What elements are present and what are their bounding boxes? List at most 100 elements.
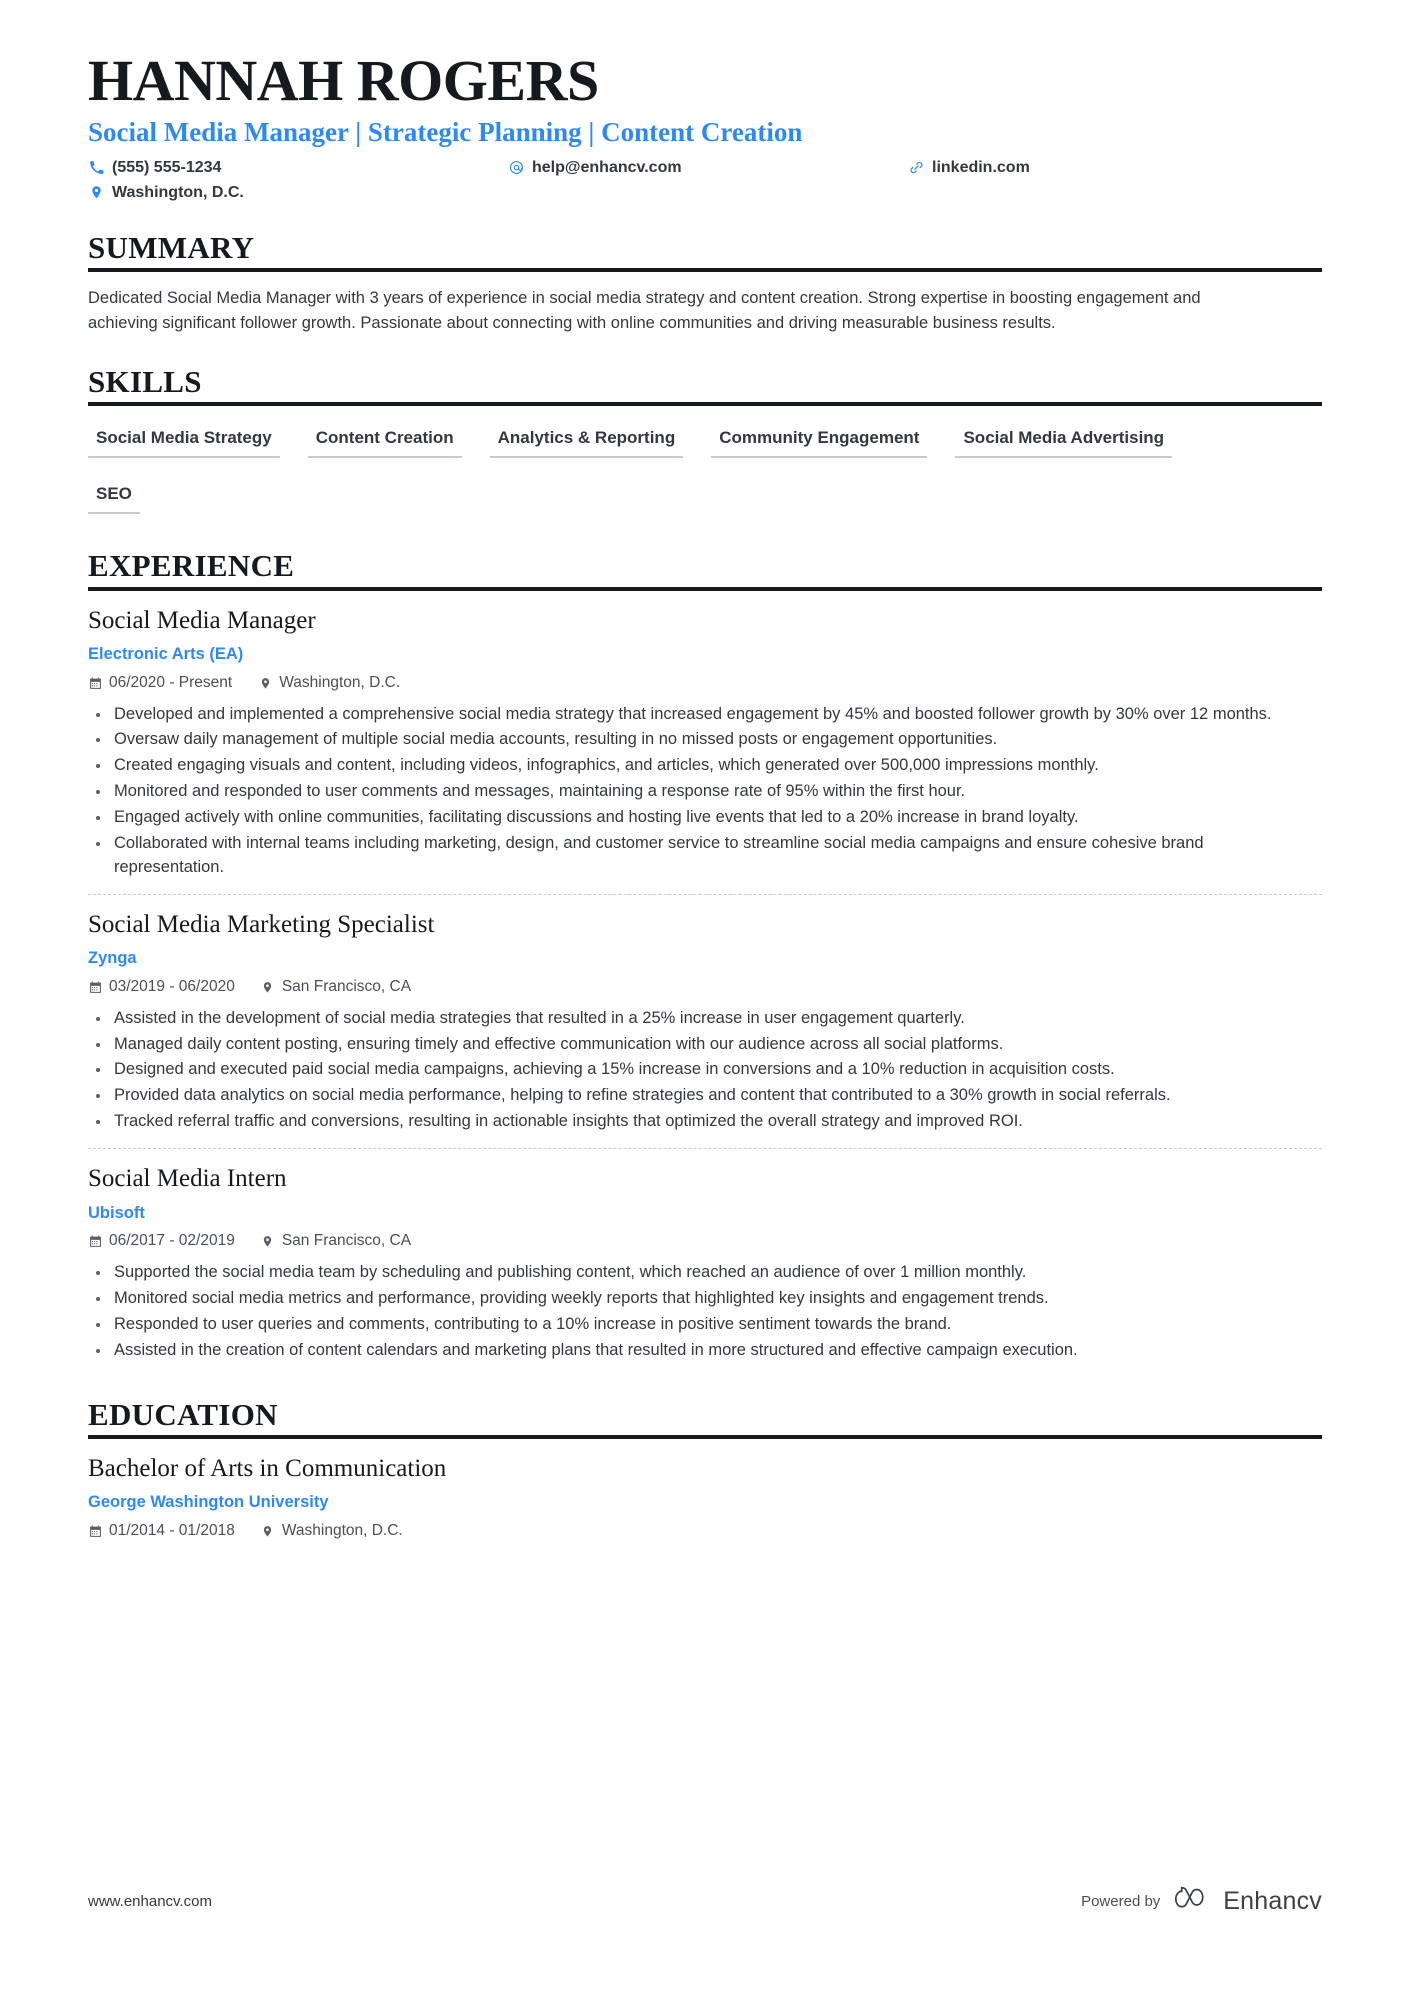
job-location-text: Washington, D.C.: [279, 673, 401, 691]
section-experience: EXPERIENCE Social Media Manager Electron…: [88, 550, 1322, 1362]
school-name[interactable]: George Washington University: [88, 1493, 1322, 1513]
footer-website[interactable]: www.enhancv.com: [88, 1893, 212, 1910]
bullet-item: Supported the social media team by sched…: [88, 1261, 1288, 1285]
job-title: Social Media Manager: [88, 606, 316, 634]
job-dates: 03/2019 - 06/2020: [88, 978, 235, 997]
enhancv-logo-icon: [1174, 1886, 1214, 1917]
candidate-headline: Social Media Manager | Strategic Plannin…: [88, 117, 803, 147]
bullet-item: Developed and implemented a comprehensiv…: [88, 703, 1288, 727]
location-icon: [88, 184, 104, 200]
section-education: EDUCATION Bachelor of Arts in Communicat…: [88, 1396, 1322, 1541]
job-dates: 06/2017 - 02/2019: [88, 1232, 235, 1251]
calendar-icon: [88, 980, 102, 994]
job-location-text: San Francisco, CA: [281, 1232, 412, 1250]
bullet-item: Tracked referral traffic and conversions…: [88, 1110, 1288, 1134]
job-dates-text: 06/2017 - 02/2019: [109, 1232, 235, 1250]
job-bullets: Developed and implemented a comprehensiv…: [88, 703, 1288, 880]
section-rule: [88, 268, 1322, 273]
contact-location: Washington, D.C.: [88, 183, 508, 202]
page-footer: www.enhancv.com Powered by Enhancv: [88, 1886, 1322, 1917]
job-bullets: Supported the social media team by sched…: [88, 1261, 1288, 1363]
contact-linkedin-text: linkedin.com: [932, 159, 1030, 177]
job-meta: 06/2017 - 02/2019 San Francisco, CA: [88, 1232, 1322, 1251]
link-icon: [908, 160, 924, 176]
education-location: Washington, D.C.: [261, 1522, 403, 1541]
section-title-experience: EXPERIENCE: [88, 548, 295, 584]
bullet-item: Responded to user queries and comments, …: [88, 1313, 1288, 1337]
degree-title: Bachelor of Arts in Communication: [88, 1455, 447, 1483]
experience-entry: Social Media Intern Ubisoft 06/2017 - 02…: [88, 1148, 1322, 1362]
location-icon: [261, 980, 275, 994]
resume-page: HANNAH ROGERS Social Media Manager | Str…: [0, 0, 1410, 1995]
bullet-item: Oversaw daily management of multiple soc…: [88, 728, 1288, 752]
job-location: San Francisco, CA: [261, 1232, 411, 1251]
skill-item: Social Media Advertising: [955, 424, 1173, 459]
calendar-icon: [88, 1524, 102, 1538]
powered-by-label: Powered by: [1081, 1893, 1161, 1910]
enhancv-brand-name: Enhancv: [1223, 1887, 1322, 1915]
education-entry: Bachelor of Arts in Communication George…: [88, 1439, 1322, 1541]
company-name[interactable]: Electronic Arts (EA): [88, 645, 1322, 665]
experience-entry: Social Media Manager Electronic Arts (EA…: [88, 591, 1322, 880]
bullet-item: Designed and executed paid social media …: [88, 1058, 1288, 1082]
job-dates-text: 03/2019 - 06/2020: [109, 978, 235, 996]
skills-list: Social Media Strategy Content Creation A…: [88, 424, 1188, 536]
job-location: Washington, D.C.: [258, 674, 400, 693]
section-rule: [88, 402, 1322, 407]
contact-phone-text: (555) 555-1234: [112, 159, 222, 177]
bullet-item: Provided data analytics on social media …: [88, 1084, 1288, 1108]
section-skills: SKILLS Social Media Strategy Content Cre…: [88, 363, 1322, 537]
section-summary: SUMMARY Dedicated Social Media Manager w…: [88, 229, 1322, 336]
skill-item: SEO: [88, 480, 140, 515]
bullet-item: Managed daily content posting, ensuring …: [88, 1033, 1288, 1057]
education-location-text: Washington, D.C.: [281, 1522, 403, 1540]
phone-icon: [88, 160, 104, 176]
bullet-item: Created engaging visuals and content, in…: [88, 754, 1288, 778]
bullet-item: Monitored and responded to user comments…: [88, 780, 1288, 804]
bullet-item: Engaged actively with online communities…: [88, 806, 1288, 830]
job-location-text: San Francisco, CA: [281, 978, 412, 996]
candidate-name: HANNAH ROGERS: [88, 48, 599, 113]
contact-email-text: help@enhancv.com: [532, 159, 682, 177]
contact-location-text: Washington, D.C.: [112, 183, 244, 201]
contact-info: (555) 555-1234 help@enhancv.com linkedin…: [88, 158, 1322, 201]
education-meta: 01/2014 - 01/2018 Washington, D.C.: [88, 1522, 1322, 1541]
email-icon: [508, 160, 524, 176]
location-icon: [261, 1524, 275, 1538]
section-title-skills: SKILLS: [88, 363, 202, 399]
section-title-summary: SUMMARY: [88, 229, 255, 265]
job-dates-text: 06/2020 - Present: [109, 673, 233, 691]
resume-header: HANNAH ROGERS Social Media Manager | Str…: [88, 52, 1322, 202]
job-dates: 06/2020 - Present: [88, 674, 232, 693]
education-dates-text: 01/2014 - 01/2018: [109, 1522, 235, 1540]
enhancv-brand: Enhancv: [1174, 1886, 1322, 1917]
company-name[interactable]: Zynga: [88, 949, 1322, 969]
footer-brand-area: Powered by Enhancv: [1081, 1886, 1322, 1917]
job-title: Social Media Marketing Specialist: [88, 911, 435, 938]
contact-email[interactable]: help@enhancv.com: [508, 158, 908, 177]
education-dates: 01/2014 - 01/2018: [88, 1522, 235, 1541]
job-location: San Francisco, CA: [261, 978, 411, 997]
contact-phone[interactable]: (555) 555-1234: [88, 158, 508, 177]
skill-item: Community Engagement: [711, 424, 928, 459]
job-title: Social Media Intern: [88, 1165, 287, 1193]
job-bullets: Assisted in the development of social me…: [88, 1007, 1288, 1135]
skill-item: Social Media Strategy: [88, 424, 280, 459]
skill-item: Content Creation: [307, 424, 462, 459]
calendar-icon: [88, 1235, 102, 1249]
skill-item: Analytics & Reporting: [489, 424, 684, 459]
bullet-item: Monitored social media metrics and perfo…: [88, 1287, 1288, 1311]
section-title-education: EDUCATION: [88, 1396, 278, 1432]
experience-entry: Social Media Marketing Specialist Zynga …: [88, 894, 1322, 1134]
contact-linkedin[interactable]: linkedin.com: [908, 158, 1322, 177]
job-meta: 03/2019 - 06/2020 San Francisco, CA: [88, 978, 1322, 997]
bullet-item: Collaborated with internal teams includi…: [88, 832, 1288, 880]
bullet-item: Assisted in the development of social me…: [88, 1007, 1288, 1031]
summary-text: Dedicated Social Media Manager with 3 ye…: [88, 289, 1201, 333]
location-icon: [261, 1235, 275, 1249]
company-name[interactable]: Ubisoft: [88, 1204, 1322, 1224]
calendar-icon: [88, 676, 102, 690]
location-icon: [258, 676, 272, 690]
bullet-item: Assisted in the creation of content cale…: [88, 1339, 1288, 1363]
job-meta: 06/2020 - Present Washington, D.C.: [88, 674, 1322, 693]
